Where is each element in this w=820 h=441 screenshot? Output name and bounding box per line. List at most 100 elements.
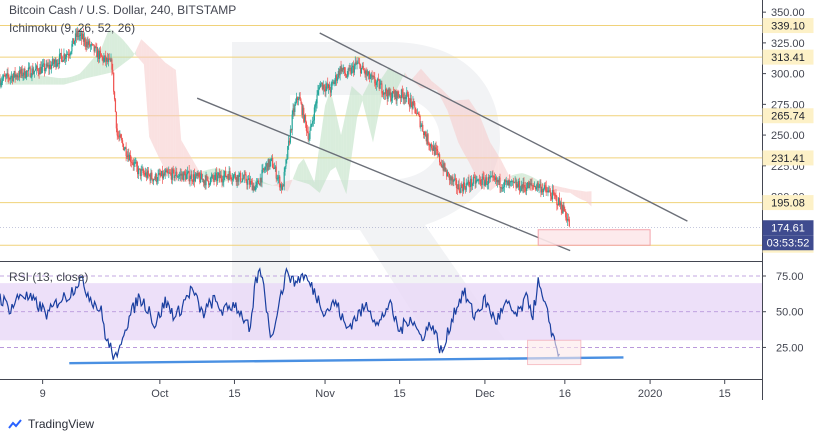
candle-body [377,78,379,80]
ichimoku-cloud-bull [82,67,86,80]
ichimoku-cloud-bear [167,64,171,180]
candle-body [264,169,266,171]
ichimoku-cloud-bull [45,76,48,85]
candle-body [367,74,369,76]
candle-body [65,56,67,59]
candle-body [156,180,158,182]
candle-body [444,163,446,171]
ichimoku-cloud-bull [309,170,312,187]
candle-body [439,154,441,163]
candle-body [264,166,267,170]
ichimoku-cloud-bull [354,88,358,137]
candle-body [277,177,279,179]
candle-body [455,179,458,189]
brand-name: TradingView [28,417,95,431]
candle-body [189,178,191,182]
ichimoku-cloud-bull [79,70,83,81]
ichimoku-cloud-bear [141,39,144,65]
candle-body [319,87,321,89]
ichimoku-cloud-bear [508,175,512,181]
ichimoku-cloud-bear [173,68,176,181]
ichimoku-cloud-bear [138,39,142,62]
candle-body [41,66,43,74]
ichimoku-cloud-bull [359,93,363,110]
candle-body [306,130,308,132]
candle-body [111,59,113,70]
candle-body [256,182,258,185]
candle-body [453,179,455,182]
ichimoku-cloud-bear [460,99,464,153]
ichimoku-cloud-bull [327,89,331,177]
price-axis[interactable]: 350.00325.00300.00275.00250.00225.00200.… [762,7,814,253]
candle-body [371,74,373,77]
ichimoku-cloud-bear [159,57,163,165]
ichimoku-cloud-bull [34,74,38,85]
candle-body [207,176,209,181]
ichimoku-cloud-bear [506,170,509,178]
candle-body [240,181,243,183]
rsi-axis[interactable]: 75.00 50.00 25.00 [762,271,804,354]
candle-body [294,104,296,112]
ichimoku-cloud-bear [554,185,557,191]
candle-body [504,179,506,182]
candle-body [285,159,287,167]
ichimoku-cloud-bull [125,42,128,63]
candle-body [222,181,224,183]
candle-body [123,148,125,151]
candle-body [21,68,23,77]
candle-body [121,140,124,144]
ichimoku-cloud-bear [492,146,496,189]
ichimoku-cloud-bull [117,34,120,69]
time-axis[interactable]: 9 Oct 15 Nov 15 Dec 16 2020 15 [40,380,731,400]
candle-body [305,122,307,131]
tradingview-logo-icon [8,419,22,429]
ichimoku-cloud-bull [546,185,549,187]
rsi-target-box[interactable] [527,339,582,366]
candle-body [475,180,477,184]
candle-body [472,176,474,184]
candle-body [555,194,557,197]
candle-body [330,83,332,93]
ichimoku-cloud-bull [58,77,62,85]
candle-body [401,89,403,95]
ichimoku-cloud-bull [386,67,389,92]
ichimoku-cloud-bear [578,190,581,200]
candle-body [336,77,339,81]
ichimoku-cloud-bear [575,189,579,198]
ichimoku-cloud-bull [133,50,136,57]
ichimoku-cloud-bear [479,115,483,185]
candle-body [300,100,302,104]
candle-body [518,181,521,191]
candle-body [311,123,313,125]
candle-body [247,179,249,185]
candle-body [2,78,4,82]
candle-body [315,103,317,106]
candle-body [427,134,429,145]
target-zone-box[interactable] [537,229,651,246]
candle-body [353,65,355,73]
ichimoku-cloud-bull [311,176,315,189]
candle-body [120,134,122,138]
candle-body [129,155,132,162]
candle-body [417,112,419,115]
tradingview-brand[interactable]: TradingView [8,417,94,431]
candle-body [37,69,39,73]
candle-body [316,94,318,104]
candle-body [410,98,412,103]
ichimoku-cloud-bear [559,186,563,193]
ichimoku-cloud-bull [74,74,78,82]
ichimoku-cloud-bull [343,110,347,195]
candle-body [392,91,395,94]
time-tick-label: Nov [315,388,335,400]
candle-body [254,186,256,191]
candle-body [137,168,140,175]
candle-body [209,178,212,185]
candle-body [131,162,133,164]
candle-body [44,69,46,72]
candle-body [490,176,492,178]
candle-body [26,70,28,78]
ichimoku-cloud-bull [319,124,323,193]
ichimoku-cloud-bull [103,35,107,75]
candle-body [117,135,119,137]
rsi-pane[interactable] [0,266,762,366]
